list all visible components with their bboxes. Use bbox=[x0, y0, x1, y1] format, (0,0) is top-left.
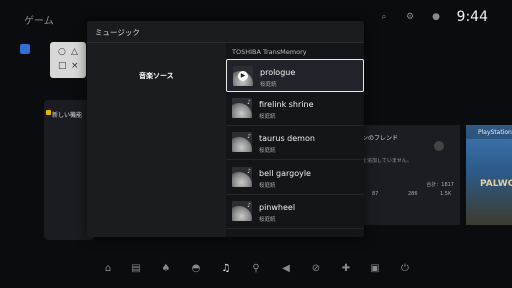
music-note-icon: ♪ bbox=[247, 99, 251, 106]
cross-symbol: × bbox=[71, 61, 79, 71]
trophy-total: 合計：1817 bbox=[426, 182, 454, 188]
add-friend-icon[interactable] bbox=[434, 141, 444, 151]
music-note-icon: ♪ bbox=[247, 202, 251, 209]
track-name: prologue bbox=[260, 68, 296, 77]
trophy-stat-1: 87 bbox=[372, 191, 379, 197]
track-item-prologue[interactable]: ▶ prologue 桜庭統 bbox=[226, 59, 364, 92]
music-source-label[interactable]: 音楽ソース bbox=[139, 71, 174, 81]
track-name: bell gargoyle bbox=[259, 169, 311, 178]
music-note-icon: ♪ bbox=[247, 133, 251, 140]
trophy-stat-3: 1.5K bbox=[440, 191, 452, 197]
music-note-icon: ♪ bbox=[247, 168, 251, 175]
whats-new-label: 新しい機能 bbox=[52, 112, 83, 119]
ps-icon[interactable]: ◓ bbox=[190, 263, 202, 275]
track-item-bell-gargoyle[interactable]: ♪ bell gargoyle 桜庭統 bbox=[226, 161, 364, 195]
track-item-pinwheel[interactable]: ♪ pinwheel 桜庭統 bbox=[226, 195, 364, 229]
clock: 9:44 bbox=[456, 9, 488, 25]
music-source-column: 音楽ソース bbox=[87, 43, 226, 237]
mic-icon[interactable]: ⚲ bbox=[250, 263, 262, 275]
ps-app-tile[interactable]: ○ △ □ × bbox=[50, 42, 86, 78]
mic-mute-icon[interactable]: ⊘ bbox=[310, 263, 322, 275]
trophy-stats: 87 286 1.5K bbox=[362, 191, 456, 205]
friends-panel: ンのフレンド を追加していません。 合計：1817 87 286 1.5K bbox=[352, 125, 460, 225]
search-icon[interactable]: ⌕ bbox=[379, 12, 389, 22]
track-item-taurus-demon[interactable]: ♪ taurus demon 桜庭統 bbox=[226, 126, 364, 160]
control-center-bar: ⌂ ▤ ♠ ◓ ♫ ⚲ ◀ ⊘ ✚ ▣ ⏻ bbox=[0, 258, 512, 282]
gear-icon[interactable]: ⚙ bbox=[405, 12, 415, 22]
home-icon[interactable]: ⌂ bbox=[102, 263, 114, 275]
controller-icon[interactable]: ✚ bbox=[340, 263, 352, 275]
circle-symbol: ○ bbox=[58, 47, 66, 57]
music-icon[interactable]: ♫ bbox=[220, 263, 232, 275]
music-panel: ミュージック 音楽ソース TOSHIBA TransMemory ▶ prolo… bbox=[87, 21, 364, 237]
games-tab[interactable]: ゲーム bbox=[24, 12, 54, 27]
device-name: TOSHIBA TransMemory bbox=[232, 48, 307, 56]
track-artist: 桜庭統 bbox=[259, 148, 276, 154]
new-badge-icon bbox=[46, 110, 51, 115]
triangle-symbol: △ bbox=[71, 47, 78, 57]
track-name: taurus demon bbox=[259, 134, 315, 143]
power-icon[interactable]: ⏻ bbox=[399, 263, 411, 275]
friends-subtitle: を追加していません。 bbox=[362, 158, 412, 164]
game-card[interactable]: PlayStation PALWO bbox=[466, 125, 512, 225]
album-art: ♪ bbox=[232, 201, 252, 221]
panel-title: ミュージック bbox=[95, 28, 140, 37]
track-artist: 桜庭統 bbox=[260, 82, 277, 88]
chat-icon[interactable]: ▣ bbox=[369, 263, 381, 275]
track-name: firelink shrine bbox=[259, 100, 314, 109]
game-card-logo: PALWO bbox=[480, 179, 512, 189]
album-art: ▶ bbox=[233, 66, 253, 86]
square-symbol: □ bbox=[58, 61, 67, 71]
album-art: ♪ bbox=[232, 167, 252, 187]
bell-icon[interactable]: ♠ bbox=[160, 263, 172, 275]
volume-icon[interactable]: ◀ bbox=[280, 263, 292, 275]
store-icon[interactable]: ▤ bbox=[130, 263, 142, 275]
track-name: pinwheel bbox=[259, 203, 296, 212]
friends-title: ンのフレンド bbox=[362, 135, 399, 142]
album-art: ♪ bbox=[232, 98, 252, 118]
profile-icon[interactable]: ● bbox=[431, 12, 441, 22]
game-card-caption: PlayStation bbox=[478, 129, 512, 136]
app-tile-small[interactable] bbox=[20, 44, 30, 54]
track-artist: 桜庭統 bbox=[259, 183, 276, 189]
play-icon: ▶ bbox=[238, 71, 248, 81]
track-artist: 桜庭統 bbox=[259, 114, 276, 120]
track-item-firelink-shrine[interactable]: ♪ firelink shrine 桜庭統 bbox=[226, 92, 364, 126]
trophy-stat-2: 286 bbox=[408, 191, 418, 197]
track-artist: 桜庭統 bbox=[259, 217, 276, 223]
album-art: ♪ bbox=[232, 132, 252, 152]
